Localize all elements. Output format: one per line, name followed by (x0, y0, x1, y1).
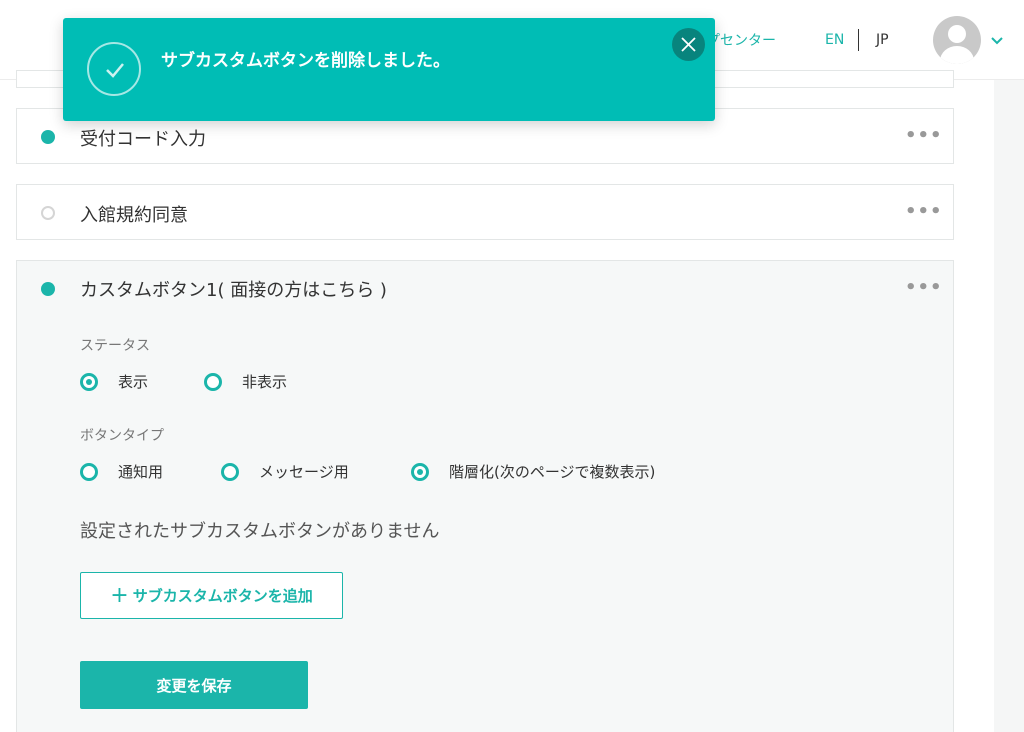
card-title: カスタムボタン1( 面接の方はこちら ) (80, 280, 387, 301)
close-icon[interactable] (672, 28, 705, 61)
type-radio-message[interactable]: メッセージ用 (221, 461, 349, 482)
chevron-down-icon[interactable] (990, 36, 1004, 46)
card-title: 入館規約同意 (80, 205, 188, 226)
button-type-section-label: ボタンタイプ (80, 428, 164, 444)
type-radio-hierarchy[interactable]: 階層化(次のページで複数表示) (411, 461, 655, 482)
save-button-label: 変更を保存 (156, 676, 232, 695)
main-content: 受付コード入力 ••• 入館規約同意 ••• カスタムボタン1( 面接の方はこち… (0, 70, 994, 732)
status-section-label: ステータス (80, 338, 150, 354)
radio-unchecked[interactable] (204, 372, 222, 391)
radio-unchecked[interactable] (80, 462, 98, 481)
check-icon (87, 42, 141, 96)
card-title: 受付コード入力 (80, 129, 206, 150)
scrollbar-track[interactable] (994, 80, 1024, 732)
radio-label: 階層化(次のページで複数表示) (449, 463, 656, 481)
avatar-body (940, 46, 974, 64)
status-dot-active (41, 130, 55, 144)
status-radio-show[interactable]: 表示 (80, 371, 148, 392)
save-changes-button[interactable]: 変更を保存 (80, 661, 308, 709)
lang-divider (858, 29, 859, 51)
success-toast: サブカスタムボタンを削除しました。 (63, 18, 715, 121)
card-entry-agreement[interactable]: 入館規約同意 ••• (16, 184, 954, 240)
lang-en-button[interactable]: EN (825, 32, 844, 48)
radio-unchecked[interactable] (221, 462, 239, 481)
type-radio-notification[interactable]: 通知用 (80, 461, 163, 482)
add-button-label: サブカスタムボタンを追加 (132, 587, 313, 605)
radio-checked[interactable] (411, 462, 429, 481)
status-dot-inactive (41, 206, 55, 220)
avatar-head (948, 25, 966, 43)
more-options-icon[interactable]: ••• (905, 277, 943, 298)
avatar[interactable] (933, 16, 981, 64)
add-sub-custom-button[interactable]: + サブカスタムボタンを追加 (80, 572, 343, 619)
help-center-link[interactable]: プセンター (706, 30, 776, 50)
radio-label: 非表示 (242, 373, 288, 391)
empty-sub-buttons-message: 設定されたサブカスタムボタンがありません (80, 521, 440, 542)
status-dot-active (41, 282, 55, 296)
lang-jp-button[interactable]: JP (876, 32, 889, 48)
radio-label: 表示 (118, 373, 149, 391)
toast-message: サブカスタムボタンを削除しました。 (161, 51, 450, 71)
more-options-icon[interactable]: ••• (905, 125, 943, 146)
more-options-icon[interactable]: ••• (905, 201, 943, 222)
status-radio-hide[interactable]: 非表示 (204, 371, 287, 392)
radio-label: 通知用 (118, 463, 164, 481)
radio-checked[interactable] (80, 372, 98, 391)
card-custom-button-1: カスタムボタン1( 面接の方はこちら ) ••• ステータス 表示 非表示 ボタ… (16, 260, 954, 732)
radio-label: メッセージ用 (259, 463, 349, 481)
plus-icon: + (110, 583, 129, 608)
